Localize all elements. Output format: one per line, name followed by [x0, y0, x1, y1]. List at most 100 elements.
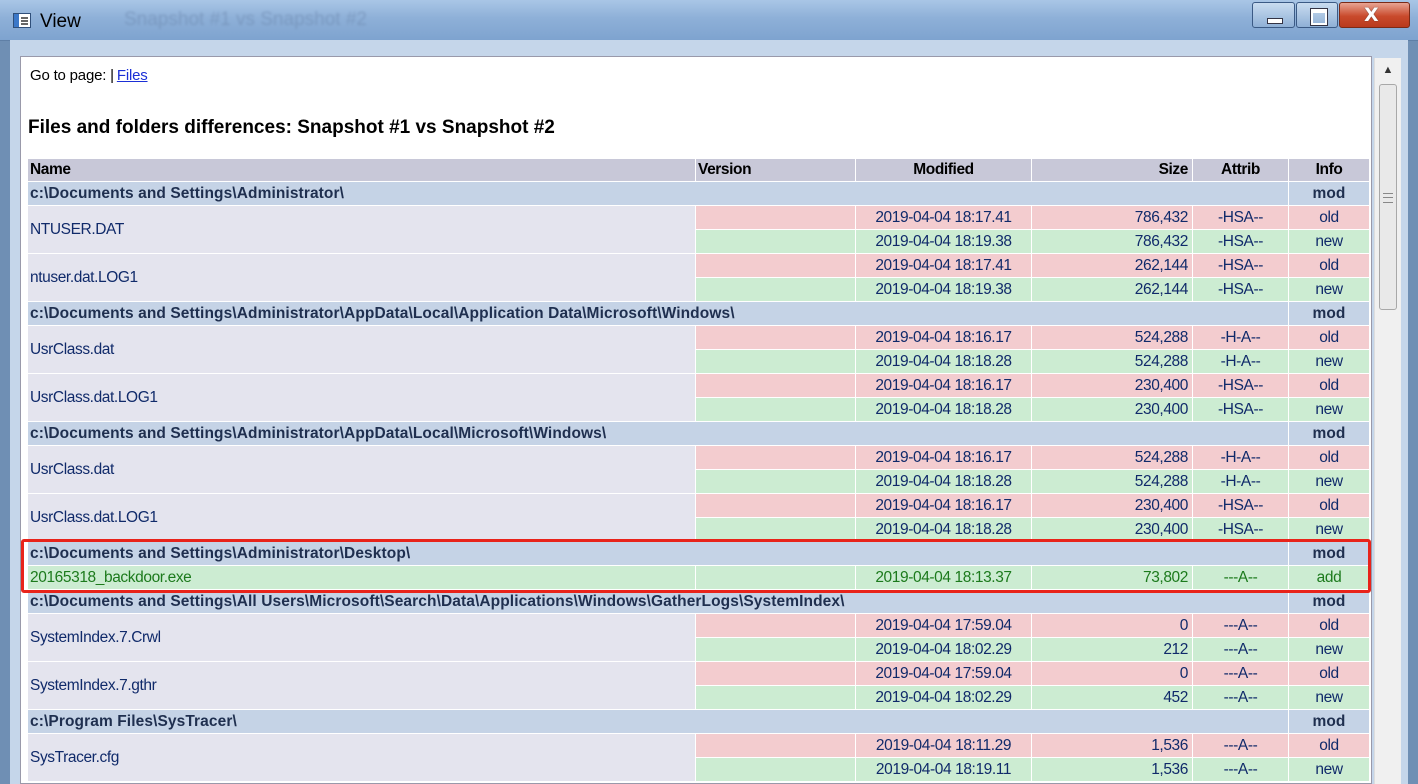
vertical-scrollbar[interactable]: ▲ [1374, 58, 1401, 784]
attrib-cell: ---A-- [1192, 661, 1289, 686]
grip-icon [1383, 193, 1393, 203]
table-row[interactable]: ntuser.dat.LOG1 2019-04-04 18:17.41 262,… [27, 253, 1370, 302]
column-header-info[interactable]: Info [1288, 158, 1370, 182]
column-header-size[interactable]: Size [1031, 158, 1193, 182]
version-cell [695, 253, 856, 278]
attrib-cell: -HSA-- [1192, 205, 1289, 230]
version-cell [695, 685, 856, 710]
info-cell: new [1288, 277, 1370, 302]
attrib-cell: ---A-- [1192, 637, 1289, 662]
table-row[interactable]: SystemIndex.7.Crwl 2019-04-04 17:59.04 0… [27, 613, 1370, 662]
attrib-cell: -HSA-- [1192, 397, 1289, 422]
size-cell: 452 [1031, 685, 1193, 710]
table-row[interactable]: UsrClass.dat.LOG1 2019-04-04 18:16.17 23… [27, 373, 1370, 422]
folder-row[interactable]: c:\Documents and Settings\Administrator\… [27, 181, 1370, 206]
folder-row[interactable]: c:\Documents and Settings\Administrator\… [27, 541, 1370, 566]
window-app-icon[interactable] [13, 13, 31, 28]
close-button[interactable]: X [1339, 2, 1410, 28]
size-cell: 1,536 [1031, 733, 1193, 758]
modified-cell: 2019-04-04 18:18.28 [855, 349, 1032, 374]
attrib-cell: ---A-- [1192, 757, 1289, 782]
modified-cell: 2019-04-04 18:11.29 [855, 733, 1032, 758]
info-cell: new [1288, 349, 1370, 374]
size-cell: 524,288 [1031, 325, 1193, 350]
folder-path: c:\Documents and Settings\Administrator\… [27, 421, 1289, 446]
folder-row[interactable]: c:\Documents and Settings\Administrator\… [27, 421, 1370, 446]
column-header-name[interactable]: Name [27, 158, 696, 182]
window-title: View [40, 11, 81, 32]
info-cell: old [1288, 613, 1370, 638]
version-cell [695, 469, 856, 494]
modified-cell: 2019-04-04 18:18.28 [855, 397, 1032, 422]
close-icon: X [1364, 4, 1379, 26]
column-header-modified[interactable]: Modified [855, 158, 1032, 182]
file-name: ntuser.dat.LOG1 [27, 253, 696, 302]
folder-row[interactable]: c:\Documents and Settings\All Users\Micr… [27, 589, 1370, 614]
scroll-thumb[interactable] [1379, 84, 1397, 310]
info-cell: new [1288, 397, 1370, 422]
title-bar[interactable]: View Snapshot #1 vs Snapshot #2 X [0, 0, 1418, 41]
minimize-button[interactable] [1252, 2, 1295, 28]
table-header: Name Version Modified Size Attrib Info [27, 158, 1370, 182]
attrib-cell: -HSA-- [1192, 253, 1289, 278]
version-cell [695, 637, 856, 662]
table-row[interactable]: NTUSER.DAT 2019-04-04 18:17.41 786,432 -… [27, 205, 1370, 254]
folder-row[interactable]: c:\Program Files\SysTracer\ mod [27, 709, 1370, 734]
file-name: UsrClass.dat.LOG1 [27, 373, 696, 422]
modified-cell: 2019-04-04 18:02.29 [855, 637, 1032, 662]
attrib-cell: -HSA-- [1192, 229, 1289, 254]
file-name: SystemIndex.7.Crwl [27, 613, 696, 662]
attrib-cell: -HSA-- [1192, 373, 1289, 398]
folder-path: c:\Documents and Settings\Administrator\ [27, 181, 1289, 206]
files-link[interactable]: Files [117, 67, 148, 84]
table-row[interactable]: SystemIndex.7.gthr 2019-04-04 17:59.04 0… [27, 661, 1370, 710]
info-cell: old [1288, 733, 1370, 758]
maximize-button[interactable] [1296, 2, 1338, 28]
folder-path: c:\Program Files\SysTracer\ [27, 709, 1289, 734]
size-cell: 212 [1031, 637, 1193, 662]
version-cell [695, 517, 856, 542]
folder-row[interactable]: c:\Documents and Settings\Administrator\… [27, 301, 1370, 326]
info-cell: old [1288, 253, 1370, 278]
size-cell: 786,432 [1031, 205, 1193, 230]
column-header-version[interactable]: Version [695, 158, 856, 182]
version-cell [695, 565, 856, 590]
table-row[interactable]: SysTracer.cfg 2019-04-04 18:11.29 1,536 … [27, 733, 1370, 782]
version-cell [695, 661, 856, 686]
scroll-up-arrow-icon[interactable]: ▲ [1375, 58, 1401, 82]
attrib-cell: -HSA-- [1192, 517, 1289, 542]
size-cell: 524,288 [1031, 445, 1193, 470]
table-row[interactable]: UsrClass.dat.LOG1 2019-04-04 18:16.17 23… [27, 493, 1370, 542]
info-cell: old [1288, 373, 1370, 398]
size-cell: 0 [1031, 613, 1193, 638]
size-cell: 262,144 [1031, 277, 1193, 302]
file-name: UsrClass.dat.LOG1 [27, 493, 696, 542]
table-row[interactable]: UsrClass.dat 2019-04-04 18:16.17 524,288… [27, 325, 1370, 374]
table-row[interactable]: UsrClass.dat 2019-04-04 18:16.17 524,288… [27, 445, 1370, 494]
column-header-attrib[interactable]: Attrib [1192, 158, 1289, 182]
file-name: NTUSER.DAT [27, 205, 696, 254]
modified-cell: 2019-04-04 18:19.38 [855, 229, 1032, 254]
attrib-cell: -H-A-- [1192, 325, 1289, 350]
file-name: SysTracer.cfg [27, 733, 696, 782]
size-cell: 73,802 [1031, 565, 1193, 590]
folder-status: mod [1288, 709, 1370, 734]
size-cell: 230,400 [1031, 493, 1193, 518]
table-row-added[interactable]: 20165318_backdoor.exe 2019-04-04 18:13.3… [27, 565, 1370, 590]
goto-label: Go to page: | [30, 67, 114, 84]
info-cell: old [1288, 325, 1370, 350]
report-view: Go to page: | Files Files and folders dif… [20, 56, 1372, 784]
version-cell [695, 757, 856, 782]
info-cell: old [1288, 205, 1370, 230]
version-cell [695, 493, 856, 518]
size-cell: 1,536 [1031, 757, 1193, 782]
version-cell [695, 397, 856, 422]
file-name: 20165318_backdoor.exe [27, 565, 696, 590]
version-cell [695, 205, 856, 230]
info-cell: new [1288, 517, 1370, 542]
version-cell [695, 325, 856, 350]
differences-table: Name Version Modified Size Attrib Info c… [27, 158, 1370, 782]
modified-cell: 2019-04-04 18:18.28 [855, 469, 1032, 494]
folder-status: mod [1288, 421, 1370, 446]
size-cell: 0 [1031, 661, 1193, 686]
